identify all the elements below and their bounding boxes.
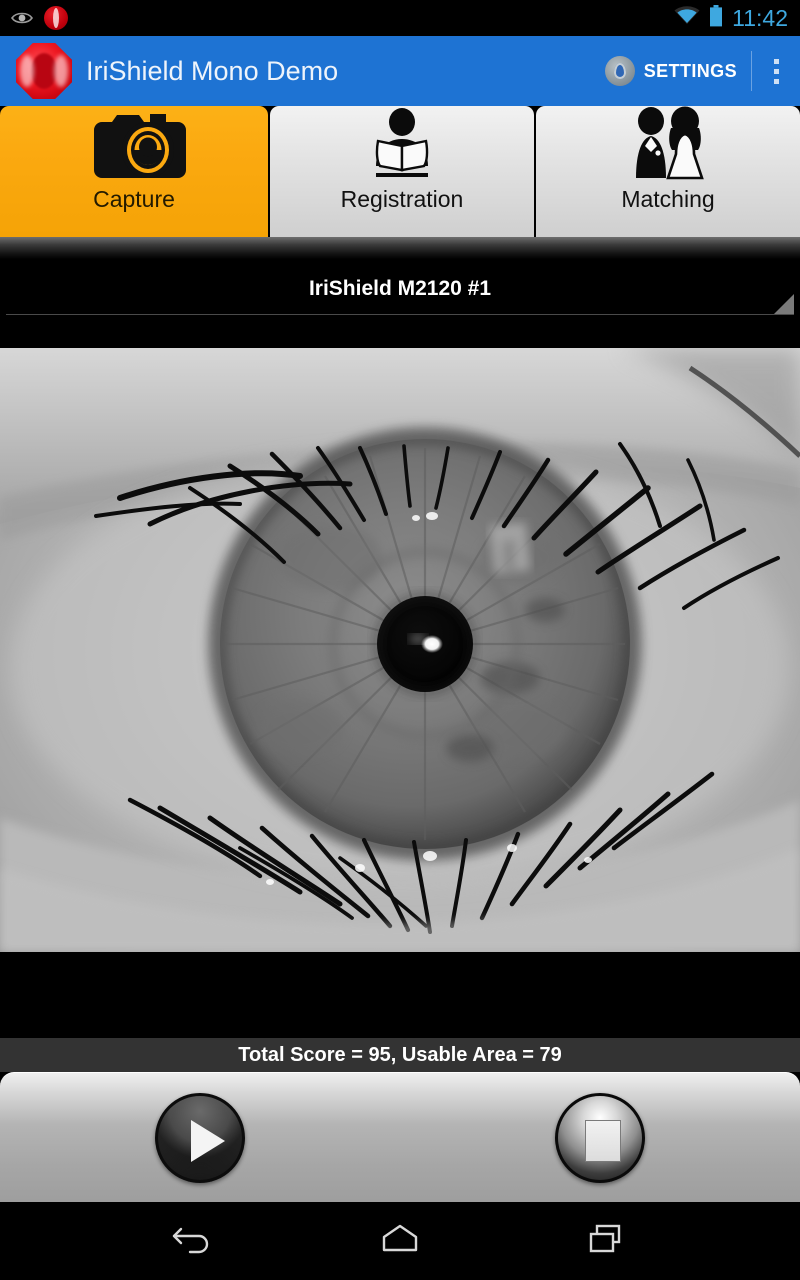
person-reading-icon [362, 106, 442, 184]
overflow-menu-icon [773, 78, 779, 84]
home-button[interactable] [364, 1213, 436, 1269]
overflow-menu-icon [773, 68, 779, 74]
device-spinner-value: IriShield M2120 #1 [308, 277, 492, 300]
score-bar: Total Score = 95, Usable Area = 79 [0, 1038, 800, 1072]
status-bar-notifications [0, 6, 68, 30]
android-screen: 11:42 IriShield Mono Demo SETTINGS Captu… [0, 0, 800, 1280]
tab-capture-label: Capture [93, 186, 175, 212]
eye-icon [10, 10, 34, 26]
camera-icon [82, 106, 186, 184]
tab-matching[interactable]: Matching [536, 106, 800, 237]
device-spinner[interactable]: IriShield M2120 #1 [0, 259, 800, 319]
home-icon [378, 1222, 422, 1261]
recents-icon [586, 1222, 626, 1261]
stop-icon [585, 1120, 621, 1162]
status-bar: 11:42 [0, 0, 800, 36]
back-button[interactable] [158, 1213, 230, 1269]
spinner-triangle-icon [774, 294, 794, 314]
settings-gear-icon [604, 56, 635, 86]
settings-button-label: SETTINGS [643, 60, 737, 81]
play-icon [191, 1120, 225, 1162]
irishield-logo-icon [16, 43, 72, 99]
back-icon [171, 1221, 217, 1262]
irishield-notification-icon [44, 6, 68, 30]
score-text: Total Score = 95, Usable Area = 79 [238, 1044, 562, 1066]
tab-registration-label: Registration [340, 186, 464, 212]
action-bar: IriShield Mono Demo SETTINGS [0, 36, 800, 106]
wifi-icon [674, 5, 700, 31]
battery-icon [709, 4, 723, 32]
overflow-menu-icon [773, 58, 779, 64]
tab-bar: Capture Registration Matching [0, 106, 800, 241]
status-bar-clock: 11:42 [732, 4, 788, 31]
android-navigation-bar [0, 1202, 800, 1280]
bride-groom-icon [624, 106, 712, 184]
tab-capture[interactable]: Capture [0, 106, 268, 237]
tab-registration[interactable]: Registration [270, 106, 534, 237]
action-bar-actions: SETTINGS [595, 36, 800, 106]
stop-capture-button[interactable] [555, 1093, 645, 1183]
recents-button[interactable] [570, 1213, 642, 1269]
overflow-menu-button[interactable] [752, 36, 800, 106]
app-title: IriShield Mono Demo [86, 55, 339, 86]
iris-preview-image [0, 348, 800, 952]
device-spinner-underline [6, 314, 794, 315]
tab-matching-label: Matching [621, 186, 715, 212]
capture-control-panel [0, 1072, 800, 1202]
status-bar-system-icons: 11:42 [674, 4, 800, 32]
settings-button[interactable]: SETTINGS [595, 36, 751, 106]
start-capture-button[interactable] [155, 1093, 245, 1183]
tab-bar-shadow [0, 237, 800, 259]
